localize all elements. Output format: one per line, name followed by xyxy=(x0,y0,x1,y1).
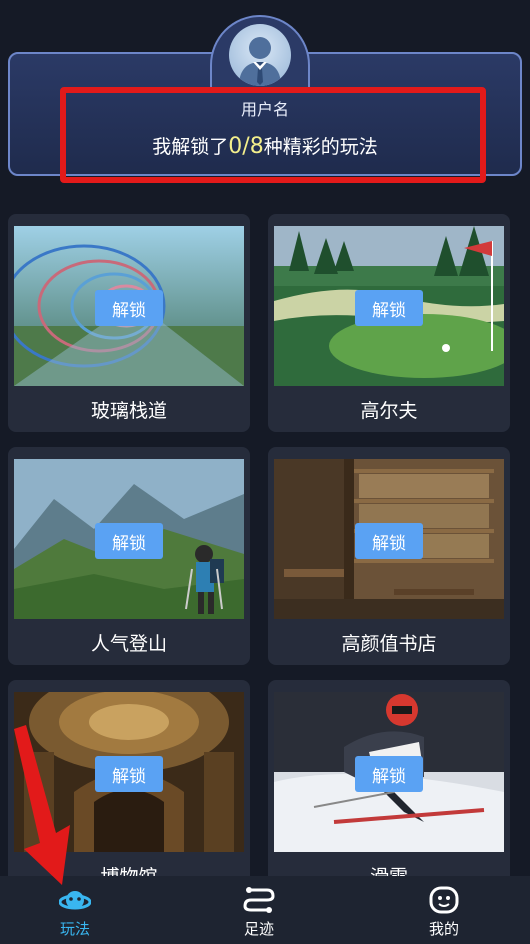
activity-card-mountain-hiking[interactable]: 解锁 人气登山 xyxy=(8,447,250,665)
tab-footprint[interactable]: 足迹 xyxy=(199,876,319,944)
unlock-button[interactable]: 解锁 xyxy=(95,756,163,792)
unlock-button[interactable]: 解锁 xyxy=(355,290,423,326)
card-title: 玻璃栈道 xyxy=(90,400,167,422)
unlock-button[interactable]: 解锁 xyxy=(95,523,163,559)
card-title: 高颜值书店 xyxy=(341,633,437,655)
activity-card-golf[interactable]: 解锁 高尔夫 xyxy=(268,214,510,432)
tab-mine[interactable]: 我的 xyxy=(384,876,504,944)
unlock-button[interactable]: 解锁 xyxy=(355,756,423,792)
unlock-button[interactable]: 解锁 xyxy=(355,523,423,559)
user-avatar-icon xyxy=(239,37,281,86)
tab-label: 我的 xyxy=(428,920,459,938)
route-icon xyxy=(243,884,275,916)
activity-card-skiing[interactable]: 解锁 滑雪 xyxy=(268,680,510,898)
tab-label: 玩法 xyxy=(59,920,90,938)
card-title: 高尔夫 xyxy=(360,400,418,422)
activity-card-glass-walkway[interactable]: 解锁 玻璃栈道 xyxy=(8,214,250,432)
avatar[interactable] xyxy=(229,24,291,86)
card-title: 人气登山 xyxy=(90,633,167,655)
annotation-highlight-box xyxy=(60,87,486,183)
tab-label: 足迹 xyxy=(243,920,274,938)
face-icon xyxy=(428,884,460,916)
annotation-arrow xyxy=(0,725,90,890)
unlock-button[interactable]: 解锁 xyxy=(95,290,163,326)
activity-card-bookstore[interactable]: 解锁 高颜值书店 xyxy=(268,447,510,665)
